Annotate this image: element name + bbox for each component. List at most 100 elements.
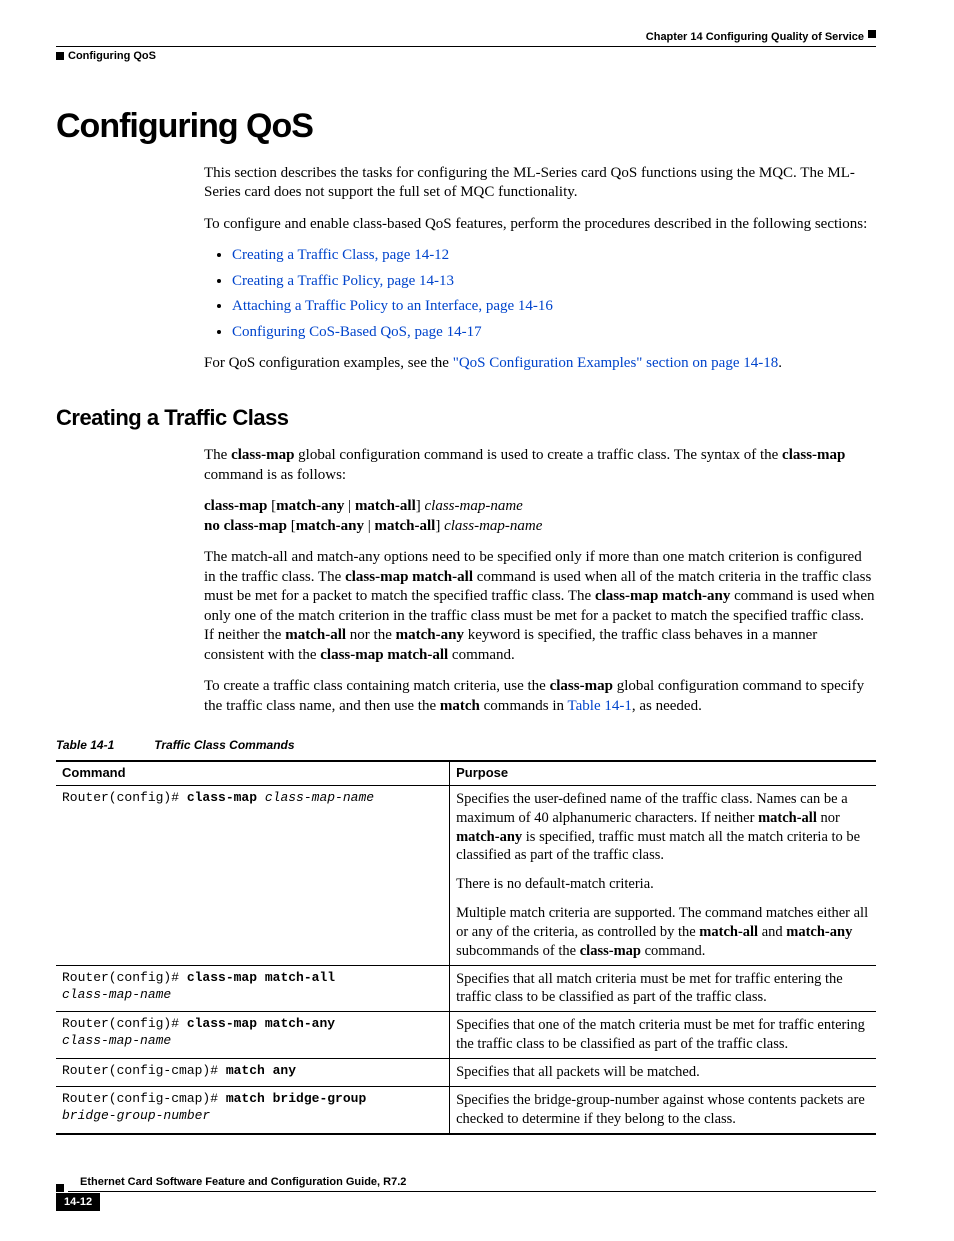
cell-purpose: Specifies the user-defined name of the t… [450,785,876,965]
cell-purpose: Specifies that all match criteria must b… [450,965,876,1012]
para-classmap-intro: The class-map global configuration comma… [204,446,876,485]
text-bold: class-map match-all [345,569,473,585]
cell-purpose: Specifies that one of the match criteria… [450,1012,876,1059]
text-bold: match-any [296,518,364,534]
text-bold: match-any [276,498,344,514]
table-caption: Table 14-1 Traffic Class Commands [56,738,876,754]
purpose-p1: Specifies the user-defined name of the t… [456,790,870,865]
text: For QoS configuration examples, see the [204,355,453,371]
purpose-p3: Multiple match criteria are supported. T… [456,904,870,961]
text: subcommands of the [456,943,580,959]
header-chapter: Chapter 14 Configuring Quality of Servic… [56,30,876,47]
text: command is as follows: [204,467,346,483]
link-traffic-class[interactable]: Creating a Traffic Class, page 14-12 [232,247,449,263]
table-number: Table 14-1 [56,738,114,752]
footer-doc-title: Ethernet Card Software Feature and Confi… [68,1175,876,1192]
footer: Ethernet Card Software Feature and Confi… [116,1175,876,1212]
link-examples[interactable]: "QoS Configuration Examples" section on … [453,355,779,371]
text: | [364,518,375,534]
intro-para-1: This section describes the tasks for con… [204,164,876,203]
text: nor [817,810,840,826]
cmd-arg: bridge-group-number [62,1108,210,1123]
list-item: Configuring CoS-Based QoS, page 14-17 [232,323,876,343]
text: and [758,924,786,940]
text: nor the [346,627,396,643]
text-bold: match-all [285,627,346,643]
header-marker-icon [868,30,876,38]
text-bold: match [440,698,480,714]
prompt: Router(config-cmap)# [62,1063,226,1078]
section-heading: Creating a Traffic Class [56,404,876,433]
text-bold: class-map [580,943,641,959]
cmd-bold: match bridge-group [226,1091,366,1106]
text: To create a traffic class containing mat… [204,678,550,694]
text: [ [267,498,276,514]
cell-command: Router(config-cmap)# match bridge-groupb… [56,1086,450,1133]
text: global configuration command is used to … [294,447,782,463]
th-purpose: Purpose [450,761,876,785]
text-bold: class-map [204,498,267,514]
list-item: Creating a Traffic Class, page 14-12 [232,246,876,266]
cmd-bold: class-map match-any [187,1016,335,1031]
cell-command: Router(config)# class-map class-map-name [56,785,450,965]
link-attach-policy[interactable]: Attaching a Traffic Policy to an Interfa… [232,298,553,314]
text-bold: match-all [758,810,817,826]
cmd-arg: class-map-name [62,1033,171,1048]
traffic-class-commands-table: Command Purpose Router(config)# class-ma… [56,760,876,1135]
text-bold: match-any [396,627,464,643]
link-traffic-policy[interactable]: Creating a Traffic Policy, page 14-13 [232,273,454,289]
cell-purpose: Specifies the bridge-group-number agains… [450,1086,876,1133]
text: . [778,355,782,371]
intro-para-3: For QoS configuration examples, see the … [204,354,876,374]
para-match-options: The match-all and match-any options need… [204,548,876,665]
page-title: Configuring QoS [56,104,876,148]
purpose-p2: There is no default-match criteria. [456,875,870,894]
list-item: Creating a Traffic Policy, page 14-13 [232,272,876,292]
header-section-wrap: Configuring QoS [56,49,876,63]
prompt: Router(config)# [62,790,187,805]
text-bold: match-any [456,829,522,845]
text-bold: match-all [355,498,416,514]
text-bold: class-map match-all [320,647,448,663]
cell-command: Router(config-cmap)# match any [56,1058,450,1086]
table-title: Traffic Class Commands [154,738,294,752]
table-row: Router(config)# class-map match-any class… [56,1012,876,1059]
list-item: Attaching a Traffic Policy to an Interfa… [232,297,876,317]
syntax-block: class-map [match-any | match-all] class-… [204,497,876,536]
text: ] [416,498,425,514]
header-chapter-text: Chapter 14 Configuring Quality of Servic… [646,30,864,44]
page-number: 14-12 [56,1193,100,1211]
text-bold: class-map match-any [595,588,730,604]
text: , as needed. [632,698,702,714]
table-row: Router(config)# class-map match-all class… [56,965,876,1012]
text: [ [287,518,296,534]
table-row: Router(config-cmap)# match bridge-groupb… [56,1086,876,1133]
cell-purpose: Specifies that all packets will be match… [450,1058,876,1086]
text-italic: class-map-name [444,518,542,534]
prompt: Router(config)# [62,970,187,985]
text: | [344,498,355,514]
cell-command: Router(config)# class-map match-any class… [56,1012,450,1059]
prompt: Router(config)# [62,1016,187,1031]
table-row: Router(config)# class-map class-map-name… [56,785,876,965]
header-section-marker-icon [56,52,64,60]
text-bold: match-all [699,924,758,940]
text-bold: class-map [550,678,613,694]
intro-para-2: To configure and enable class-based QoS … [204,215,876,235]
link-cos-qos[interactable]: Configuring CoS-Based QoS, page 14-17 [232,324,482,340]
text: ] [435,518,444,534]
cmd-bold: class-map [187,790,257,805]
text-bold: match-any [786,924,852,940]
th-command: Command [56,761,450,785]
text-bold: no class-map [204,518,287,534]
text: command. [641,943,705,959]
link-table-14-1[interactable]: Table 14-1 [568,698,632,714]
para-create-class: To create a traffic class containing mat… [204,677,876,716]
text: The [204,447,231,463]
cmd-arg: class-map-name [62,987,171,1002]
text-bold: class-map [231,447,294,463]
cmd-bold: match any [226,1063,296,1078]
text: command. [448,647,515,663]
text-bold: match-all [375,518,436,534]
cmd-bold: class-map match-all [187,970,335,985]
